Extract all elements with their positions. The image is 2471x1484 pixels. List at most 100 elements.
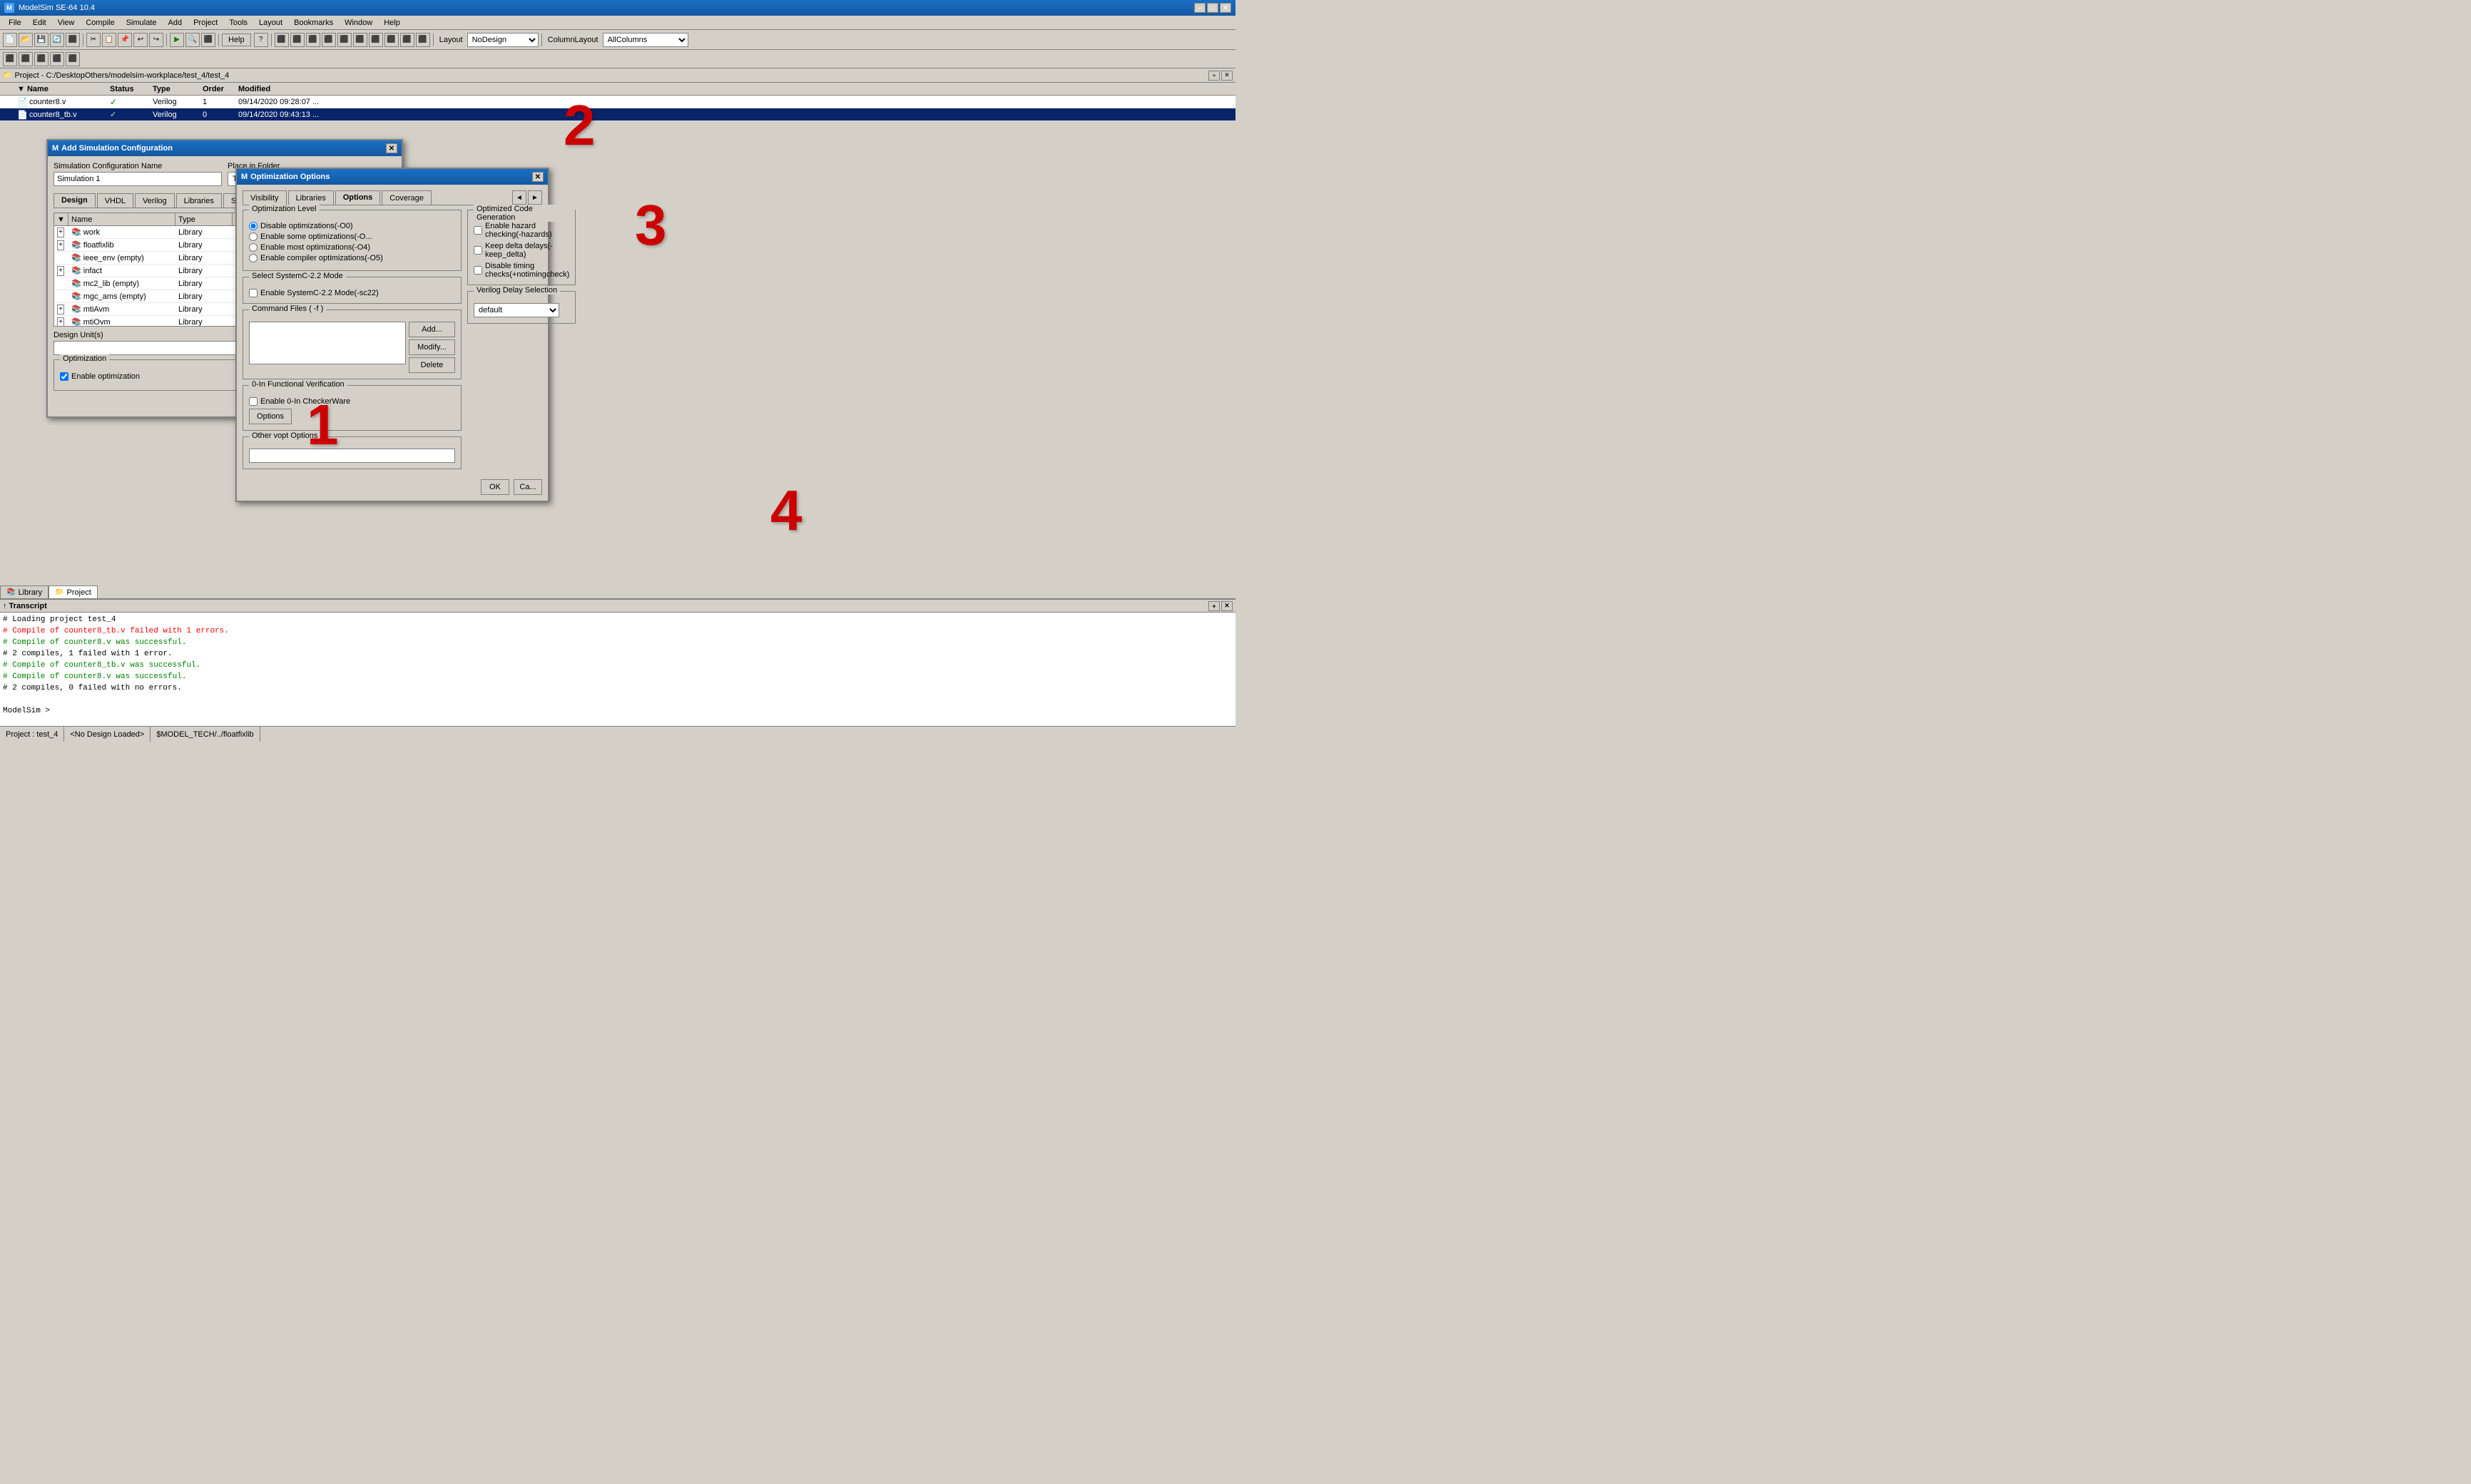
tab-project[interactable]: 📁Project [49,585,98,598]
sim-btn3[interactable]: ⬛ [306,33,320,47]
transcript-plus[interactable]: + [1208,601,1220,611]
verilog-delay-select[interactable]: default [474,303,559,317]
opt-level-radio-1: Enable some optimizations(-O... [249,232,455,241]
search-btn[interactable]: 🔍 [185,33,200,47]
sim-tab-libraries[interactable]: Libraries [176,193,222,208]
opt-tab-arrow-left[interactable]: ◄ [512,190,526,205]
opt-level-radio-3: Enable compiler optimizations(-O5) [249,254,455,262]
delta-checkbox[interactable] [474,246,482,255]
menu-edit[interactable]: Edit [27,17,52,29]
sim-btn9[interactable]: ⬛ [400,33,414,47]
add-sim-close[interactable]: ✕ [386,143,397,153]
sim-btn5[interactable]: ⬛ [337,33,352,47]
command-delete-btn[interactable]: Delete [409,357,455,373]
hazard-checkbox[interactable] [474,226,482,235]
checkerware-checkbox[interactable] [249,397,258,406]
sim-btn8[interactable]: ⬛ [384,33,399,47]
tb2-btn2[interactable]: ⬛ [19,52,33,66]
tb2-btn4[interactable]: ⬛ [50,52,64,66]
transcript-line-5: # Compile of counter8_tb.v was successfu… [3,660,1233,671]
project-panel-minimize[interactable]: + [1208,71,1220,81]
opt-tab-libraries[interactable]: Libraries [288,190,334,205]
tb2-btn1[interactable]: ⬛ [3,52,17,66]
copy-btn[interactable]: 📋 [102,33,116,47]
enable-opt-checkbox[interactable] [60,372,68,381]
column-layout-select[interactable]: AllColumns [603,33,688,47]
maximize-button[interactable]: □ [1207,3,1218,13]
opt-dialog-title: M Optimization Options ✕ [237,169,548,185]
layout-select[interactable]: NoDesign [467,33,539,47]
find-btn[interactable]: ⬛ [201,33,215,47]
run-btn[interactable]: ▶ [170,33,184,47]
menu-project[interactable]: Project [188,17,223,29]
menu-simulate[interactable]: Simulate [121,17,163,29]
opt-level-radio-2-input[interactable] [249,243,258,252]
sim-tab-verilog[interactable]: Verilog [135,193,175,208]
other-vopt-content [249,449,455,463]
systemc-checkbox[interactable] [249,289,258,297]
options-btn[interactable]: Options [249,409,292,424]
opt-level-radio-1-input[interactable] [249,232,258,241]
tab-library[interactable]: 📚Library [0,585,49,598]
close-button[interactable]: ✕ [1220,3,1231,13]
opt-dialog-close[interactable]: ✕ [532,172,544,182]
status-project: Project : test_4 [0,727,64,742]
other-vopt-input[interactable] [249,449,455,463]
command-add-btn[interactable]: Add... [409,322,455,337]
title-bar: M ModelSim SE-64 10.4 ─ □ ✕ [0,0,1236,16]
project-panel-close[interactable]: ✕ [1221,71,1233,81]
opt-tab-visibility[interactable]: Visibility [243,190,287,205]
config-name-input[interactable] [54,172,222,186]
menu-window[interactable]: Window [339,17,378,29]
sim-tab-vhdl[interactable]: VHDL [97,193,133,208]
sim-btn1[interactable]: ⬛ [275,33,289,47]
save-btn[interactable]: 💾 [34,33,49,47]
command-files-textarea[interactable] [249,322,406,364]
tb2-btn3[interactable]: ⬛ [34,52,49,66]
file-row-counter8[interactable]: 📄 counter8.v ✓ Verilog 1 09/14/2020 09:2… [0,96,1236,108]
transcript-line-2: # Compile of counter8_tb.v failed with 1… [3,625,1233,637]
opt-tab-coverage[interactable]: Coverage [382,190,432,205]
help-icon-btn[interactable]: ? [254,33,268,47]
menu-view[interactable]: View [52,17,81,29]
opt-level-radio-0-input[interactable] [249,222,258,230]
undo-btn[interactable]: ↩ [133,33,148,47]
sim-btn6[interactable]: ⬛ [353,33,367,47]
transcript-close[interactable]: ✕ [1221,601,1233,611]
menu-tools[interactable]: Tools [223,17,253,29]
opt-tab-options[interactable]: Options [335,190,381,205]
col-name: ▼ Name [14,85,107,93]
sim-btn2[interactable]: ⬛ [290,33,305,47]
cut-btn[interactable]: ✂ [86,33,101,47]
transcript-line-1: # Loading project test_4 [3,614,1233,625]
sim-btn4[interactable]: ⬛ [322,33,336,47]
open-btn[interactable]: 📂 [19,33,33,47]
minimize-button[interactable]: ─ [1194,3,1206,13]
help-button[interactable]: Help [222,34,251,46]
redo-btn[interactable]: ↪ [149,33,163,47]
menu-compile[interactable]: Compile [80,17,120,29]
command-modify-btn[interactable]: Modify... [409,339,455,355]
tb2-btn5[interactable]: ⬛ [66,52,80,66]
opt-cancel-btn[interactable]: Ca... [514,479,542,495]
transcript-line-7: # 2 compiles, 0 failed with no errors. [3,682,1233,694]
menu-help[interactable]: Help [378,17,406,29]
opt-level-radio-3-input[interactable] [249,254,258,262]
new-btn[interactable]: 📄 [3,33,17,47]
file-row-counter8tb[interactable]: 📄 counter8_tb.v ✓ Verilog 0 09/14/2020 0… [0,108,1236,121]
menu-add[interactable]: Add [163,17,188,29]
sim-btn10[interactable]: ⬛ [416,33,430,47]
tb-btn5[interactable]: ⬛ [66,33,80,47]
other-vopt-title: Other vopt Options [249,431,320,440]
refresh-btn[interactable]: 🔄 [50,33,64,47]
sim-tab-design[interactable]: Design [54,193,96,208]
paste-btn[interactable]: 📌 [118,33,132,47]
menu-file[interactable]: File [3,17,27,29]
opt-ok-btn[interactable]: OK [481,479,509,495]
opt-tab-arrow-right[interactable]: ► [528,190,542,205]
menu-layout[interactable]: Layout [253,17,288,29]
sim-btn7[interactable]: ⬛ [369,33,383,47]
opt-options-dialog: M Optimization Options ✕ Visibility Libr… [235,168,549,502]
menu-bookmarks[interactable]: Bookmarks [288,17,339,29]
timing-checkbox[interactable] [474,266,482,275]
